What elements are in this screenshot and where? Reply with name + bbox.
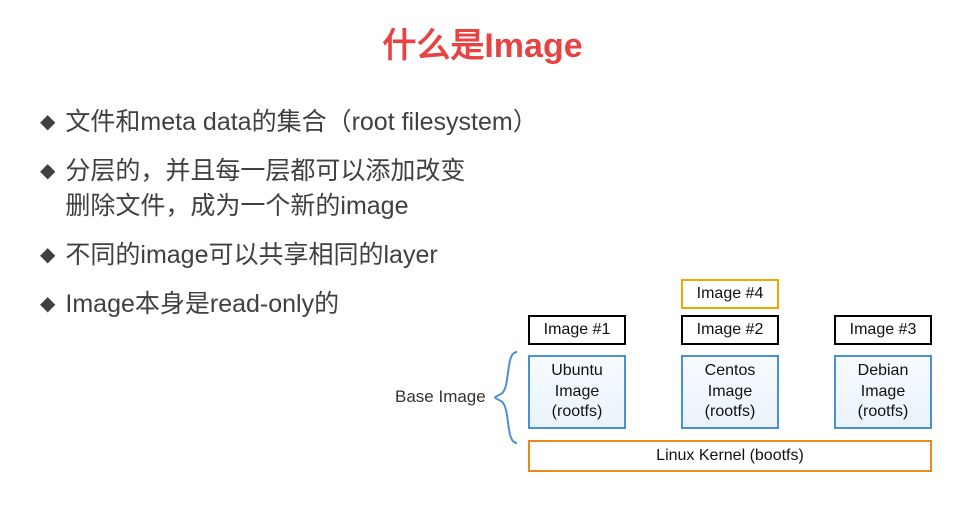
image-layer-diagram: Base Image Image #4 Image #1 UbuntuImage… [395,275,955,495]
bullet-text: 不同的image可以共享相同的layer [65,238,437,273]
diamond-icon: ◆ [40,154,55,188]
image-3-label-box: Image #3 [834,315,932,345]
debian-base-box: DebianImage(rootfs) [834,355,932,429]
linux-kernel-box: Linux Kernel (bootfs) [528,440,932,472]
bullet-text: 分层的，并且每一层都可以添加改变删除文件，成为一个新的image [65,154,465,224]
image-4-box: Image #4 [681,279,779,309]
bullet-item: ◆ 不同的image可以共享相同的layer [40,238,560,273]
diamond-icon: ◆ [40,105,55,139]
image-2-label-box: Image #2 [681,315,779,345]
bullet-item: ◆ 分层的，并且每一层都可以添加改变删除文件，成为一个新的image [40,154,560,224]
ubuntu-base-box: UbuntuImage(rootfs) [528,355,626,429]
bullet-text: Image本身是read-only的 [65,287,339,322]
brace-icon [493,350,521,445]
bullet-item: ◆ 文件和meta data的集合（root filesystem） [40,105,560,140]
slide-title: 什么是Image [0,0,965,77]
centos-base-box: CentosImage(rootfs) [681,355,779,429]
diamond-icon: ◆ [40,287,55,321]
base-image-label: Base Image [395,387,486,407]
image-1-label-box: Image #1 [528,315,626,345]
diamond-icon: ◆ [40,238,55,272]
bullet-text: 文件和meta data的集合（root filesystem） [65,105,537,140]
